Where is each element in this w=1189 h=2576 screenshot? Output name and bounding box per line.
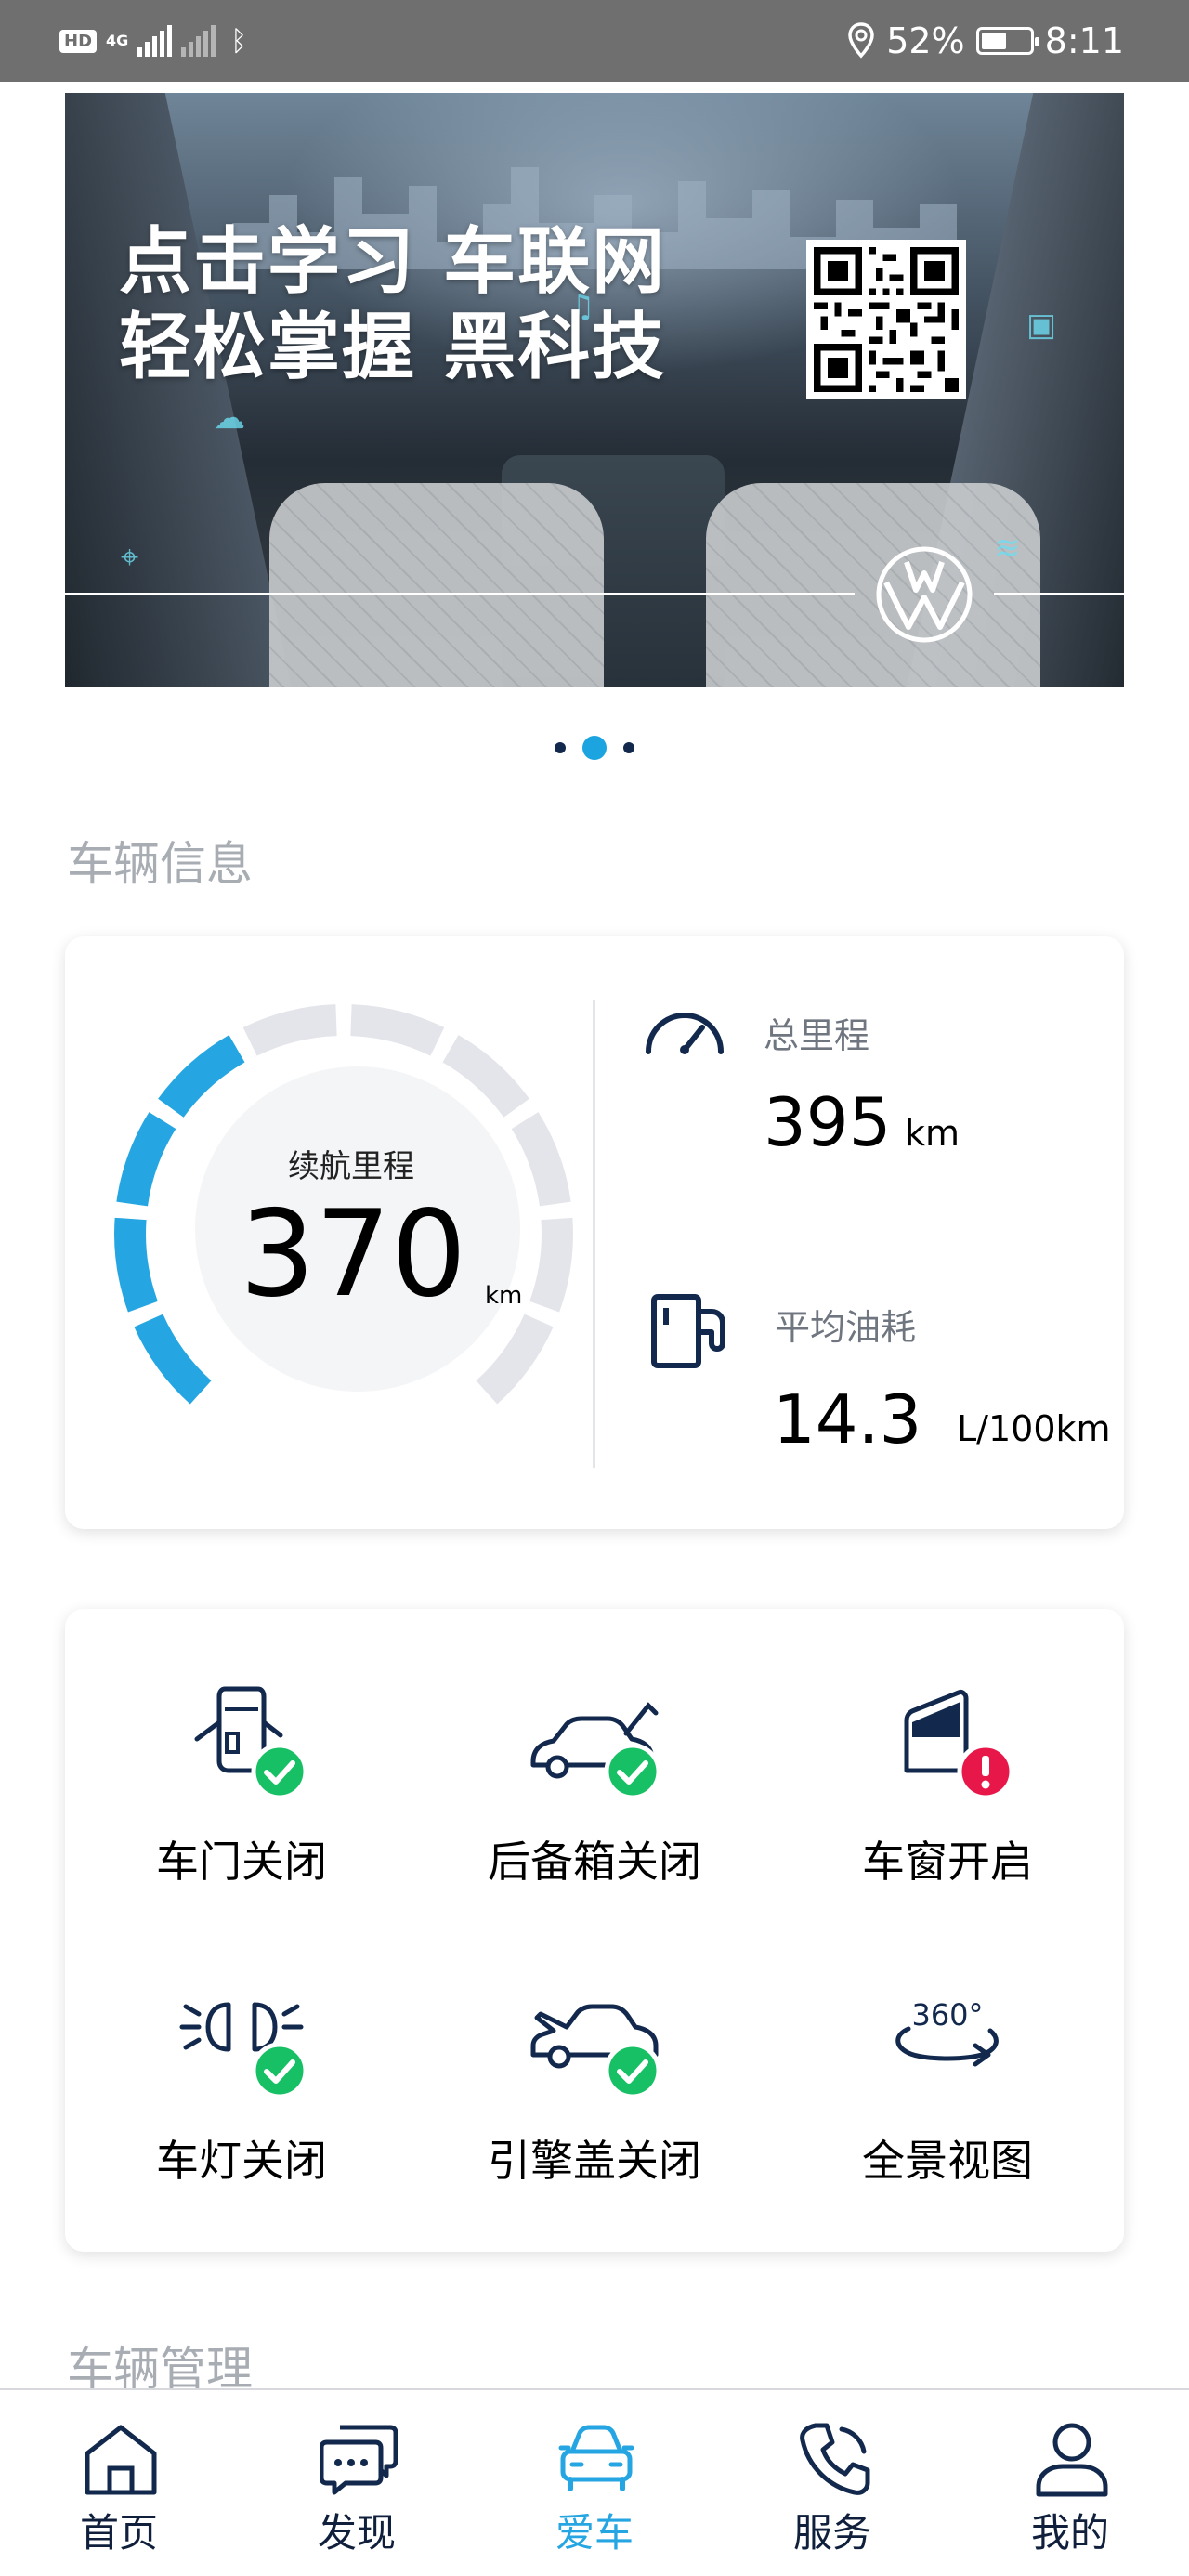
status-label-lights: 车灯关闭 bbox=[156, 2136, 327, 2186]
check-badge-icon bbox=[604, 2042, 661, 2099]
hd-indicator: HD bbox=[59, 29, 98, 53]
nav-item-service[interactable]: 服务 bbox=[713, 2390, 951, 2576]
qr-code bbox=[806, 240, 966, 399]
gauge-segment-empty bbox=[350, 1004, 445, 1056]
nav-label-my-car: 爱车 bbox=[555, 2510, 634, 2556]
status-item-lights[interactable]: 车灯关闭 bbox=[65, 1981, 418, 2194]
battery-icon bbox=[975, 27, 1039, 55]
fuel-pump-icon bbox=[651, 1294, 725, 1368]
chat-bubbles-icon bbox=[320, 2425, 398, 2495]
battery-percent: 52% bbox=[886, 20, 965, 61]
carousel-dot[interactable] bbox=[582, 736, 607, 760]
gauge-segment-empty bbox=[442, 1035, 529, 1118]
nav-item-home[interactable]: 首页 bbox=[0, 2390, 238, 2576]
cloud-icon: ☁ bbox=[214, 399, 245, 437]
status-label-door: 车门关闭 bbox=[156, 1837, 327, 1887]
carousel-dot[interactable] bbox=[623, 742, 634, 753]
banner-line-right bbox=[994, 593, 1124, 595]
range-unit: km bbox=[485, 1282, 523, 1310]
status-item-360-view[interactable]: 360° 全景视图 bbox=[771, 1981, 1124, 2194]
nav-item-profile[interactable]: 我的 bbox=[951, 2390, 1189, 2576]
range-value: 370 bbox=[239, 1185, 467, 1324]
signal-strength-icon bbox=[137, 25, 173, 57]
seat-left bbox=[269, 483, 604, 687]
gauge-segment-empty bbox=[511, 1112, 571, 1207]
fuel-consumption-value: 14.3 bbox=[773, 1380, 922, 1458]
status-label-hood: 引擎盖关闭 bbox=[488, 2136, 701, 2186]
nav-label-home: 首页 bbox=[79, 2510, 158, 2556]
nav-label-discover: 发现 bbox=[317, 2510, 396, 2556]
carousel-dot[interactable] bbox=[555, 742, 566, 753]
check-badge-icon bbox=[604, 1743, 661, 1800]
warning-badge-icon bbox=[957, 1743, 1014, 1800]
nav-item-my-car[interactable]: 爱车 bbox=[476, 2390, 713, 2576]
gauge-segment-filled bbox=[134, 1314, 212, 1405]
status-item-hood[interactable]: 引擎盖关闭 bbox=[418, 1981, 771, 2194]
status-bar: HD 4G ᛒ 52% 8:11 bbox=[0, 0, 1189, 82]
location-icon bbox=[848, 22, 874, 59]
status-item-window[interactable]: 车窗开启 bbox=[771, 1681, 1124, 1895]
odometer-unit: km bbox=[905, 1113, 960, 1154]
section-title-vehicle-info: 车辆信息 bbox=[67, 837, 253, 891]
gauge-segment-empty bbox=[242, 1004, 337, 1056]
gauge-segment-filled bbox=[114, 1217, 158, 1313]
gauge-segment-filled bbox=[158, 1035, 245, 1118]
network-type: 4G bbox=[106, 32, 129, 49]
signal-strength-secondary-icon bbox=[181, 25, 216, 57]
gauge-segment-empty bbox=[529, 1217, 573, 1313]
car-icon bbox=[558, 2425, 634, 2491]
home-icon bbox=[85, 2425, 157, 2495]
vw-logo bbox=[876, 546, 973, 643]
battery-level bbox=[981, 33, 1006, 49]
app-screen: HD 4G ᛒ 52% 8:11 ⌖ ≋ ▣ ☁ ♫ 点击学习 车联网 轻松掌握… bbox=[0, 0, 1189, 2576]
camera-icon: ▣ bbox=[1026, 307, 1057, 344]
promo-banner[interactable]: ⌖ ≋ ▣ ☁ ♫ 点击学习 车联网 轻松掌握 黑科技 bbox=[65, 93, 1124, 687]
fuel-consumption-label: 平均油耗 bbox=[775, 1307, 917, 1348]
nav-label-profile: 我的 bbox=[1030, 2510, 1109, 2556]
bluetooth-icon: ᛒ bbox=[230, 24, 248, 58]
phone-icon bbox=[800, 2423, 870, 2495]
speedometer-icon bbox=[646, 1013, 724, 1054]
status-label-360-view: 全景视图 bbox=[862, 2136, 1033, 2186]
bottom-navigation: 首页 发现 爱车 服务 我的 bbox=[0, 2388, 1189, 2576]
status-bar-right: 52% 8:11 bbox=[847, 17, 1124, 65]
clock: 8:11 bbox=[1044, 20, 1124, 61]
vehicle-info-card[interactable]: 续航里程 370 km 总里程 395 km 平均油耗 14.3 L/100km bbox=[65, 936, 1124, 1529]
status-label-trunk: 后备箱关闭 bbox=[488, 1837, 701, 1887]
gauge-segment-filled bbox=[116, 1112, 176, 1207]
range-label: 续航里程 bbox=[288, 1148, 414, 1185]
seat-right bbox=[706, 483, 1040, 687]
nav-label-service: 服务 bbox=[792, 2510, 871, 2556]
banner-headline: 点击学习 车联网 轻松掌握 黑科技 bbox=[119, 219, 666, 390]
status-bar-left: HD 4G ᛒ bbox=[59, 20, 247, 61]
gauge-segment-empty bbox=[476, 1314, 554, 1405]
status-item-door[interactable]: 车门关闭 bbox=[65, 1681, 418, 1895]
carousel-indicator[interactable] bbox=[0, 734, 1189, 762]
banner-line-left bbox=[65, 593, 855, 595]
check-badge-icon bbox=[251, 1743, 308, 1800]
status-item-trunk[interactable]: 后备箱关闭 bbox=[418, 1681, 771, 1895]
360-view-icon-text: 360° bbox=[911, 1997, 983, 2033]
banner-headline-line-1: 点击学习 车联网 bbox=[119, 220, 667, 304]
banner-headline-line-2: 轻松掌握 黑科技 bbox=[119, 306, 667, 389]
vehicle-status-card: 车门关闭 后备箱关闭 车窗开启 车灯关闭 引擎盖关闭 360° 全景视图 bbox=[65, 1609, 1124, 2252]
360-view-icon: 360° bbox=[895, 1997, 999, 2067]
check-badge-icon bbox=[251, 2042, 308, 2099]
card-divider bbox=[593, 1000, 595, 1468]
person-icon bbox=[1036, 2423, 1108, 2497]
odometer-label: 总里程 bbox=[764, 1015, 870, 1056]
status-label-window: 车窗开启 bbox=[862, 1837, 1033, 1887]
fuel-consumption-unit: L/100km bbox=[957, 1408, 1111, 1449]
wifi-icon: ≋ bbox=[994, 530, 1021, 567]
nav-item-discover[interactable]: 发现 bbox=[238, 2390, 476, 2576]
odometer-value: 395 bbox=[764, 1083, 892, 1161]
location-pin-icon: ⌖ bbox=[121, 539, 139, 576]
